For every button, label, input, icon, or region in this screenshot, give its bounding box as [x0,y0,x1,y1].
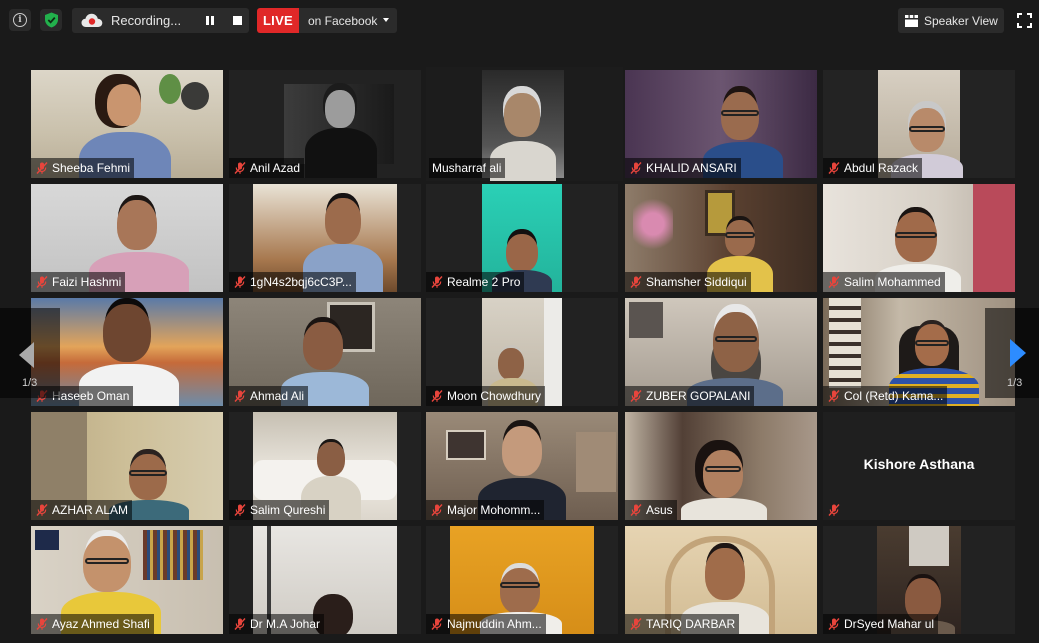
participant-name: Major Mohomm... [447,503,541,517]
video-tile[interactable]: Faizi Hashmi [31,184,223,292]
video-tile[interactable]: 1gN4s2bqj6cC3P... [229,184,421,292]
participant-name: Sheeba Fehmi [52,161,131,175]
muted-mic-icon [234,276,246,288]
video-tile[interactable]: Asus [625,412,817,520]
muted-mic-icon [630,276,642,288]
muted-mic-icon [828,618,840,630]
arrow-left-icon [19,342,34,368]
participant-name: Ahmad Ali [250,389,305,403]
muted-mic-icon [36,504,48,516]
participant-name: Asus [646,503,673,517]
video-tile[interactable]: Salim Mohammed [823,184,1015,292]
participant-name: ZUBER GOPALANI [646,389,751,403]
video-tile[interactable]: Ayaz Ahmed Shafi [31,526,223,634]
video-tile[interactable]: KHALID ANSARI [625,70,817,178]
video-tile[interactable]: AZHAR ALAM [31,412,223,520]
video-tile[interactable]: Shamsher Siddiqui [625,184,817,292]
video-tile[interactable]: Moon Chowdhury [426,298,618,406]
page-indicator-left: 1/3 [22,377,38,389]
participant-name: Abdul Razack [844,161,919,175]
muted-mic-icon [234,390,246,402]
participant-name: Najmuddin Ahm... [447,617,542,631]
muted-mic-icon [234,618,246,630]
video-tile[interactable]: Major Mohomm... [426,412,618,520]
muted-mic-icon [828,504,840,516]
page-indicator-right: 1/3 [1007,377,1023,389]
video-tile[interactable]: Abdul Razack [823,70,1015,178]
muted-mic-icon [36,618,48,630]
participant-name: Dr M.A Johar [250,617,321,631]
participant-name: KHALID ANSARI [646,161,737,175]
participant-name: Salim Mohammed [844,275,941,289]
muted-mic-icon [630,504,642,516]
video-tile[interactable]: Ahmad Ali [229,298,421,406]
participant-name: Col (Retd) Kama... [844,389,944,403]
muted-mic-icon [431,390,443,402]
video-tile[interactable]: DrSyed Mahar ul [823,526,1015,634]
gallery-grid: Sheeba Fehmi Anil Azad Musharraf ali KHA… [0,0,1039,643]
video-tile[interactable]: ZUBER GOPALANI [625,298,817,406]
video-tile[interactable]: Najmuddin Ahm... [426,526,618,634]
participant-name: Shamsher Siddiqui [646,275,747,289]
participant-name: Salim Qureshi [250,503,326,517]
participant-name: Ayaz Ahmed Shafi [52,617,150,631]
muted-mic-icon [36,162,48,174]
video-tile[interactable]: Salim Qureshi [229,412,421,520]
participant-name: Moon Chowdhury [447,389,542,403]
participant-name: AZHAR ALAM [52,503,129,517]
muted-mic-icon [828,276,840,288]
muted-mic-icon [828,390,840,402]
participant-name: TARIQ DARBAR [646,617,736,631]
arrow-right-icon [1010,339,1026,367]
participant-name: Anil Azad [250,161,301,175]
muted-mic-icon [36,276,48,288]
video-tile[interactable]: Realme 2 Pro [426,184,618,292]
previous-page-button[interactable]: 1/3 [0,308,60,398]
participant-name: Haseeb Oman [52,389,130,403]
video-tile-camera-off[interactable]: Kishore Asthana [823,412,1015,520]
video-tile-active-speaker[interactable]: Musharraf ali [426,67,623,181]
muted-mic-icon [630,618,642,630]
muted-mic-icon [431,504,443,516]
participant-name: Realme 2 Pro [447,275,521,289]
next-page-button[interactable]: 1/3 [985,308,1039,398]
participant-display-name: Kishore Asthana [863,456,975,472]
video-tile[interactable]: Anil Azad [229,70,421,178]
muted-mic-icon [431,276,443,288]
muted-mic-icon [630,162,642,174]
video-tile[interactable]: TARIQ DARBAR [625,526,817,634]
muted-mic-icon [234,504,246,516]
video-tile[interactable]: Dr M.A Johar [229,526,421,634]
muted-mic-icon [234,162,246,174]
participant-name: 1gN4s2bqj6cC3P... [250,275,352,289]
muted-mic-icon [630,390,642,402]
participant-name: Faizi Hashmi [52,275,122,289]
video-tile[interactable]: Sheeba Fehmi [31,70,223,178]
muted-mic-icon [431,618,443,630]
muted-mic-icon [828,162,840,174]
participant-name: DrSyed Mahar ul [844,617,935,631]
participant-name: Musharraf ali [432,161,502,175]
